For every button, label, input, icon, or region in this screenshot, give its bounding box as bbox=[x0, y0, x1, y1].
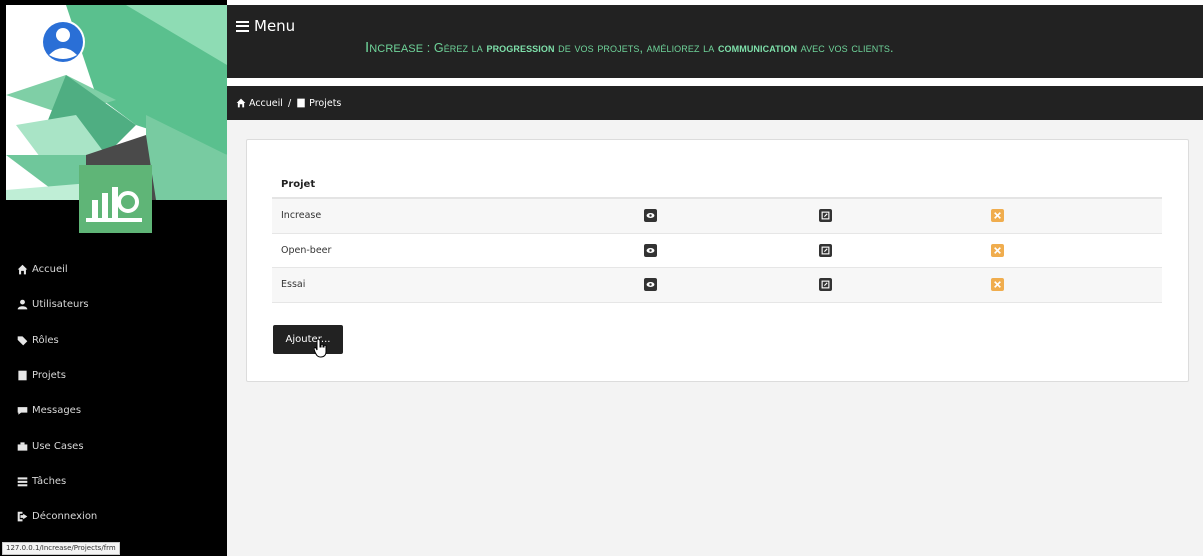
sidebar-nav: Accueil Utilisateurs Rôles Projets Messa… bbox=[0, 252, 227, 534]
menu-label: Menu bbox=[254, 17, 296, 35]
sidebar-item-label: Projets bbox=[32, 370, 66, 382]
view-button[interactable] bbox=[644, 209, 657, 223]
sidebar-item-roles[interactable]: Rôles bbox=[0, 323, 227, 358]
tag-icon bbox=[15, 333, 29, 347]
sidebar-item-label: Messages bbox=[32, 405, 82, 417]
app-tagline: Increase : Gérez la progression de vos p… bbox=[365, 39, 894, 56]
delete-button[interactable] bbox=[991, 278, 1004, 292]
add-project-button[interactable]: Ajouter... bbox=[273, 325, 343, 354]
projects-panel: Projet Increase Open-beer Essai Ajouter.… bbox=[246, 139, 1189, 382]
edit-icon bbox=[821, 280, 830, 289]
sidebar-item-messages[interactable]: Messages bbox=[0, 393, 227, 428]
home-icon bbox=[15, 263, 29, 277]
breadcrumb: Accueil / Projets bbox=[227, 86, 1203, 120]
briefcase-icon bbox=[15, 439, 29, 453]
edit-icon bbox=[821, 246, 830, 255]
tasks-icon bbox=[15, 474, 29, 488]
project-name: Essai bbox=[281, 279, 306, 291]
delete-button[interactable] bbox=[991, 243, 1004, 257]
edit-button[interactable] bbox=[819, 243, 832, 257]
sidebar-item-use-cases[interactable]: Use Cases bbox=[0, 428, 227, 463]
sidebar-banner bbox=[6, 5, 227, 233]
close-icon bbox=[994, 212, 1001, 220]
breadcrumb-separator: / bbox=[287, 97, 292, 109]
breadcrumb-item-projets: Projets bbox=[296, 98, 341, 109]
book-icon bbox=[297, 98, 305, 108]
sidebar-item-label: Utilisateurs bbox=[32, 299, 89, 311]
table-row: Open-beer bbox=[272, 234, 1162, 268]
sidebar-item-deconnexion[interactable]: Déconnexion bbox=[0, 499, 227, 534]
sidebar-item-label: Use Cases bbox=[32, 440, 84, 452]
sidebar: Accueil Utilisateurs Rôles Projets Messa… bbox=[0, 0, 227, 556]
column-header-projet: Projet bbox=[272, 172, 1162, 199]
sidebar-item-label: Rôles bbox=[32, 334, 59, 346]
project-name: Open-beer bbox=[281, 244, 332, 256]
table-row: Increase bbox=[272, 199, 1162, 234]
book-icon bbox=[15, 369, 29, 383]
edit-button[interactable] bbox=[819, 209, 832, 223]
edit-button[interactable] bbox=[819, 278, 832, 292]
sidebar-item-utilisateurs[interactable]: Utilisateurs bbox=[0, 287, 227, 322]
close-icon bbox=[994, 246, 1001, 254]
view-button[interactable] bbox=[644, 243, 657, 257]
user-icon bbox=[15, 298, 29, 312]
eye-icon bbox=[646, 282, 655, 288]
edit-icon bbox=[821, 211, 830, 220]
status-bar-url: 127.0.0.1/Increase/Projects/frm bbox=[2, 542, 120, 555]
sidebar-item-projets[interactable]: Projets bbox=[0, 358, 227, 393]
home-icon bbox=[236, 98, 246, 108]
menu-toggle-button[interactable]: Menu bbox=[236, 17, 295, 35]
sidebar-item-label: Tâches bbox=[32, 475, 67, 487]
project-name: Increase bbox=[281, 210, 322, 222]
close-icon bbox=[994, 281, 1001, 289]
sidebar-item-accueil[interactable]: Accueil bbox=[0, 252, 227, 287]
projects-table: Projet Increase Open-beer Essai bbox=[272, 172, 1162, 303]
table-row: Essai bbox=[272, 268, 1162, 303]
eye-icon bbox=[646, 213, 655, 219]
logout-icon bbox=[15, 510, 29, 524]
hamburger-icon bbox=[236, 20, 249, 32]
top-header: Menu Increase : Gérez la progression de … bbox=[227, 5, 1203, 78]
app-brand: Increase bbox=[365, 39, 424, 56]
view-button[interactable] bbox=[644, 278, 657, 292]
sidebar-item-taches[interactable]: Tâches bbox=[0, 464, 227, 499]
breadcrumb-item-accueil[interactable]: Accueil bbox=[236, 98, 283, 109]
sidebar-item-label: Déconnexion bbox=[32, 511, 98, 523]
sidebar-item-label: Accueil bbox=[32, 264, 68, 276]
delete-button[interactable] bbox=[991, 209, 1004, 223]
comment-icon bbox=[15, 404, 29, 418]
eye-icon bbox=[646, 247, 655, 253]
eagle-banner-image bbox=[6, 5, 227, 233]
